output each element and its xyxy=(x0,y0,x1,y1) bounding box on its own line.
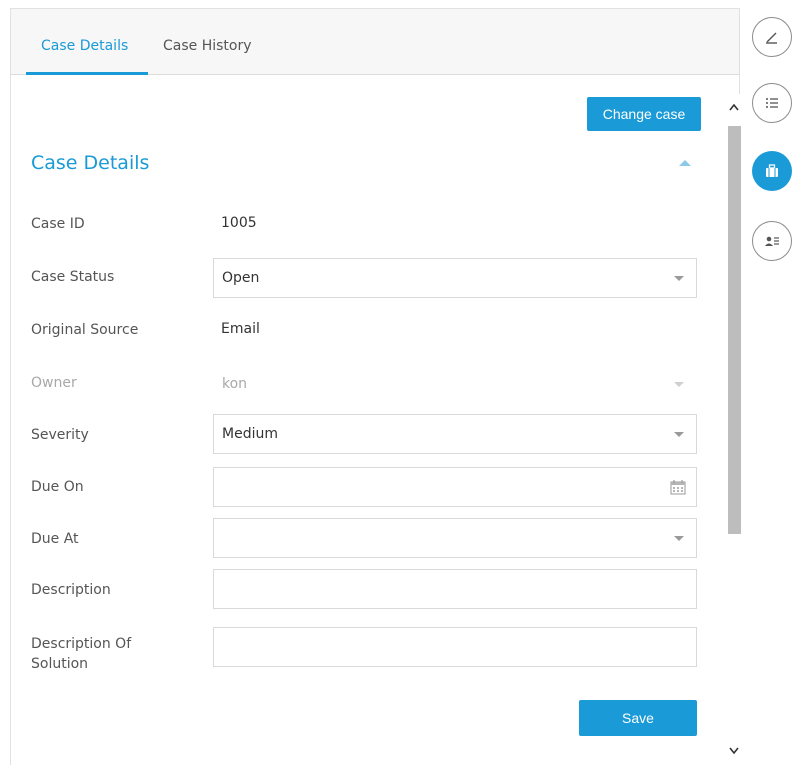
case-page: Case Details Case History Change case Ca… xyxy=(0,0,796,765)
due-on-label: Due On xyxy=(31,479,84,495)
active-tab-indicator xyxy=(26,72,148,75)
chevron-down-icon xyxy=(674,536,684,541)
description-solution-input[interactable] xyxy=(213,627,697,667)
tab-case-history[interactable]: Case History xyxy=(163,38,252,54)
severity-label: Severity xyxy=(31,427,89,443)
due-on-date-input[interactable] xyxy=(213,467,697,507)
pencil-icon xyxy=(766,32,777,44)
rail-case-button[interactable] xyxy=(752,151,792,191)
list-icon xyxy=(766,98,778,108)
case-status-label: Case Status xyxy=(31,269,115,285)
case-panel: Case Details Case History Change case Ca… xyxy=(10,8,742,765)
briefcase-icon xyxy=(766,164,778,177)
due-at-select[interactable] xyxy=(213,518,697,558)
original-source-label: Original Source xyxy=(31,322,139,338)
original-source-value: Email xyxy=(221,321,260,337)
chevron-down-icon xyxy=(674,432,684,437)
rail-edit-button[interactable] xyxy=(752,17,792,57)
scroll-down-icon[interactable] xyxy=(728,744,740,756)
description-input[interactable] xyxy=(213,569,697,609)
chevron-down-icon xyxy=(674,276,684,281)
rail-contact-button[interactable] xyxy=(752,221,792,261)
owner-label: Owner xyxy=(31,375,77,391)
chevron-down-icon xyxy=(674,382,684,387)
owner-value: kon xyxy=(222,376,248,392)
calendar-icon[interactable] xyxy=(670,479,686,495)
tab-case-details[interactable]: Case Details xyxy=(41,38,128,54)
case-details-form: Change case Case Details Case ID 1005 Ca… xyxy=(11,76,724,765)
scrollbar-thumb[interactable] xyxy=(728,126,741,534)
rail-list-button[interactable] xyxy=(752,83,792,123)
case-status-select[interactable]: Open xyxy=(213,258,697,298)
severity-select[interactable]: Medium xyxy=(213,414,697,454)
case-id-value: 1005 xyxy=(221,215,257,231)
case-id-label: Case ID xyxy=(31,216,85,232)
description-solution-label: Description Of Solution xyxy=(31,636,132,672)
description-label: Description xyxy=(31,582,111,598)
tab-bar: Case Details Case History xyxy=(11,9,739,75)
vertical-scrollbar[interactable] xyxy=(726,94,742,765)
collapse-up-icon[interactable] xyxy=(679,160,691,166)
contact-card-icon xyxy=(765,236,779,246)
save-button[interactable]: Save xyxy=(579,700,697,736)
section-title: Case Details xyxy=(31,152,150,174)
case-status-value: Open xyxy=(222,270,260,286)
severity-value: Medium xyxy=(222,426,278,442)
owner-select: kon xyxy=(213,364,697,404)
scroll-up-icon[interactable] xyxy=(728,102,740,114)
due-at-label: Due At xyxy=(31,531,79,547)
change-case-button[interactable]: Change case xyxy=(587,97,701,131)
